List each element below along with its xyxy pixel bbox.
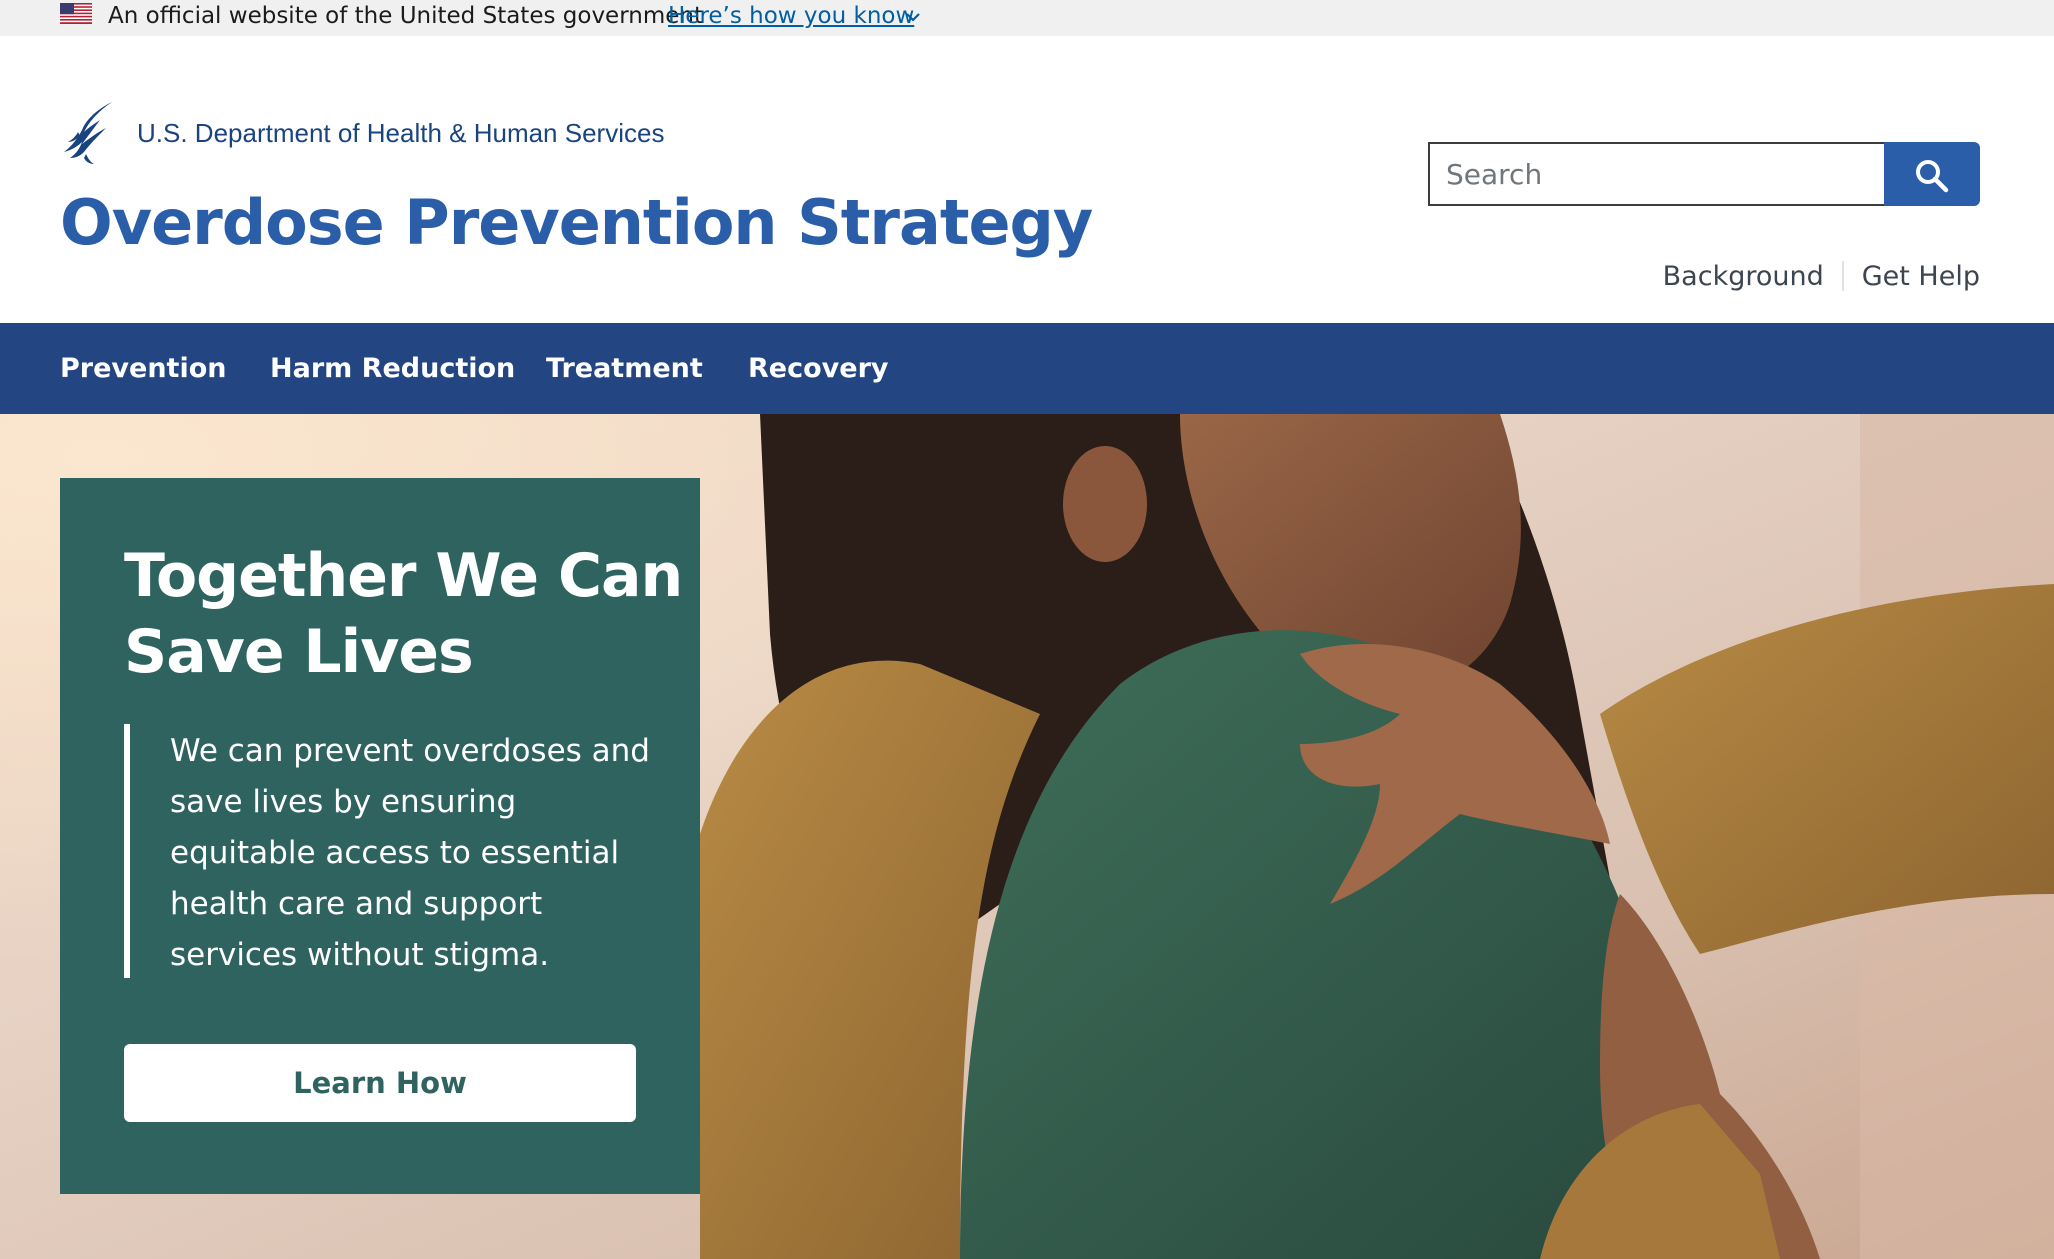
quote-bar [124,724,130,978]
nav-item-harm-reduction[interactable]: Harm Reduction [270,323,515,414]
chevron-down-icon[interactable] [904,8,922,26]
hero-title: Together We Can Save Lives [124,541,683,687]
site-title[interactable]: Overdose Prevention Strategy [60,186,1093,259]
hero-description: We can prevent overdoses and save lives … [170,733,650,973]
divider [1841,261,1844,291]
heres-how-you-know-link[interactable]: Here’s how you know [668,0,914,32]
hero-callout: Together We Can Save Lives We can preven… [60,478,700,1194]
nav-item-treatment[interactable]: Treatment [546,323,703,414]
nav-item-recovery[interactable]: Recovery [748,323,888,414]
learn-how-button[interactable]: Learn How [124,1044,636,1122]
gov-banner-text: An official website of the United States… [108,3,703,29]
hero-section: Together We Can Save Lives We can preven… [0,414,2054,1259]
get-help-link[interactable]: Get Help [1862,261,1980,292]
nav-item-prevention[interactable]: Prevention [60,323,226,414]
hhs-eagle-icon[interactable] [60,100,120,166]
search-input[interactable] [1428,142,1885,206]
us-flag-icon [60,3,92,24]
site-header: U.S. Department of Health & Human Servic… [0,36,2054,323]
search-form [1428,142,1980,206]
utility-links: Background Get Help [1663,258,1980,294]
primary-nav: Prevention Harm Reduction Treatment Reco… [0,323,2054,414]
agency-name[interactable]: U.S. Department of Health & Human Servic… [137,118,664,149]
gov-banner: An official website of the United States… [0,0,2054,36]
background-link[interactable]: Background [1663,261,1824,292]
search-button[interactable] [1884,142,1980,206]
search-icon [1916,160,1949,193]
